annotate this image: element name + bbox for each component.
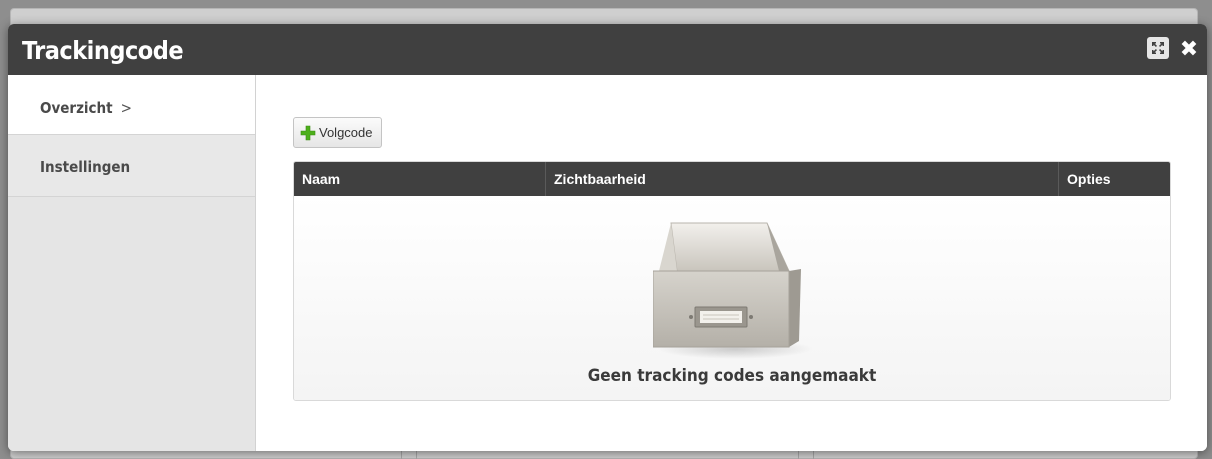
sidebar: Overzicht > Instellingen bbox=[8, 75, 256, 451]
main-content: Volgcode Naam Zichtbaarheid Opties Geen … bbox=[257, 75, 1207, 451]
column-header-opties: Opties bbox=[1067, 171, 1111, 187]
empty-drawer-icon bbox=[653, 222, 813, 359]
dialog-titlebar: Trackingcode ✖ bbox=[8, 24, 1207, 75]
close-icon: ✖ bbox=[1179, 36, 1199, 61]
trackingcode-dialog: Trackingcode ✖ Overzicht > Instellingen V… bbox=[8, 24, 1207, 451]
sidebar-item-label: Overzicht bbox=[40, 99, 113, 117]
plus-icon bbox=[300, 125, 316, 140]
dialog-title: Trackingcode bbox=[22, 36, 184, 65]
empty-state: Geen tracking codes aangemaakt bbox=[294, 196, 1170, 400]
chevron-right-icon: > bbox=[120, 99, 132, 117]
close-button[interactable]: ✖ bbox=[1177, 37, 1201, 61]
empty-state-message: Geen tracking codes aangemaakt bbox=[587, 366, 877, 386]
sidebar-item-overzicht[interactable]: Overzicht > bbox=[8, 75, 255, 135]
add-volgcode-button[interactable]: Volgcode bbox=[293, 117, 382, 148]
column-header-zichtbaarheid: Zichtbaarheid bbox=[546, 162, 1059, 196]
add-button-label: Volgcode bbox=[319, 125, 373, 140]
expand-button[interactable] bbox=[1147, 37, 1169, 59]
expand-icon bbox=[1152, 42, 1164, 54]
column-header-naam: Naam bbox=[294, 162, 546, 196]
sidebar-item-instellingen[interactable]: Instellingen bbox=[8, 135, 255, 197]
sidebar-item-label: Instellingen bbox=[40, 158, 131, 176]
table-header: Naam Zichtbaarheid Opties bbox=[294, 162, 1170, 196]
tracking-codes-table: Naam Zichtbaarheid Opties Geen tracking … bbox=[293, 161, 1171, 401]
